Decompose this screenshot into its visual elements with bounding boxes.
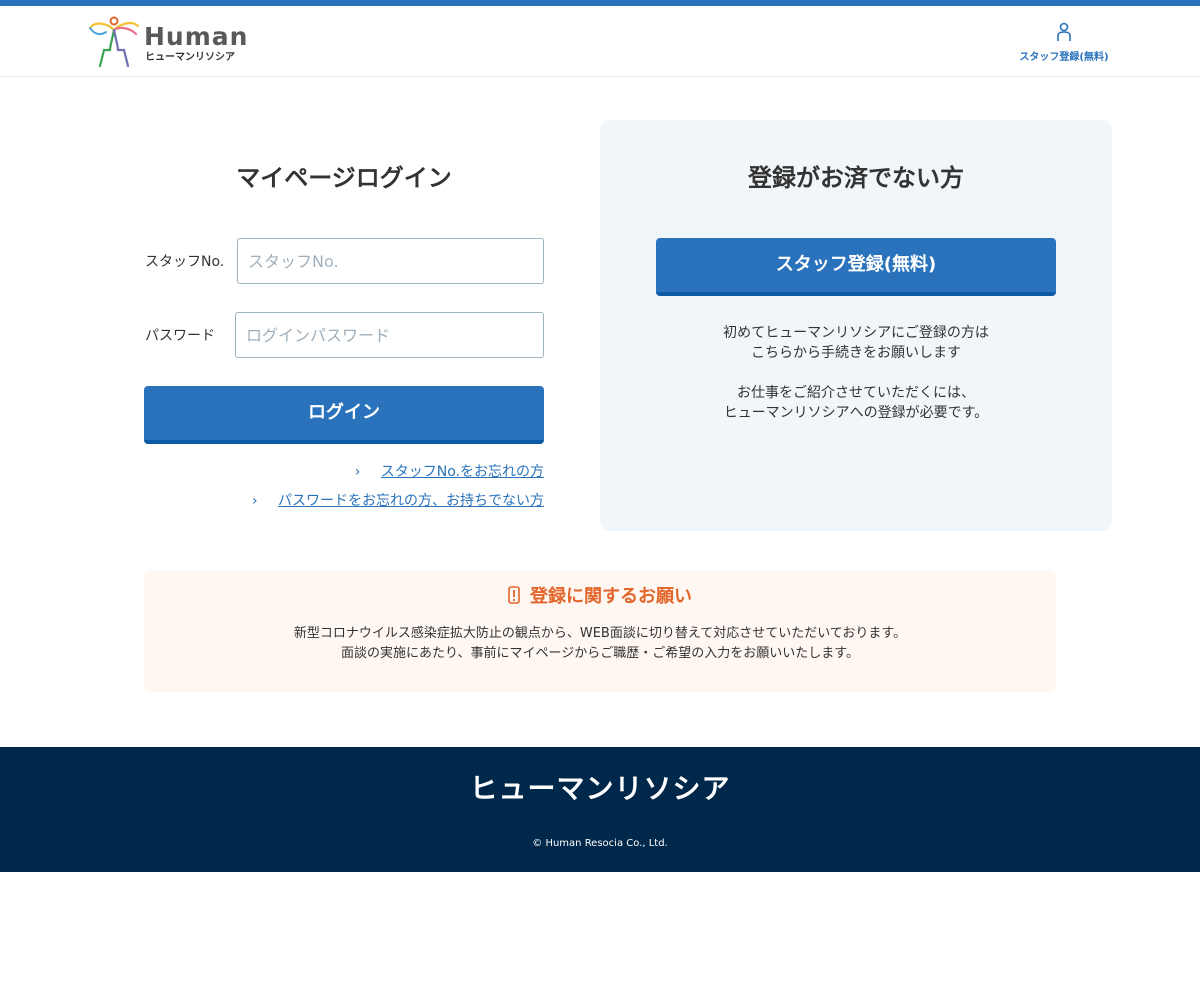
notice-title: 登録に関するお願い xyxy=(144,584,1056,610)
login-title: マイページログイン xyxy=(236,164,452,192)
logo-subtitle: ヒューマンリソシア xyxy=(145,52,235,63)
register-text-line: こちらから手続きをお願いします xyxy=(751,345,961,361)
password-label: パスワード xyxy=(145,328,215,344)
notice-text-line: 新型コロナウイルス感染症拡大防止の観点から、WEB面談に切り替えて対応させていた… xyxy=(293,626,907,641)
human-logo[interactable]: Human ヒューマンリソシア xyxy=(86,16,249,68)
staff-no-input[interactable] xyxy=(237,238,544,284)
forgot-staff-no-link[interactable]: › スタッフNo.をお忘れの方 xyxy=(355,462,544,482)
staff-register-button[interactable]: スタッフ登録(無料) xyxy=(656,238,1056,296)
site-footer: ヒューマンリソシア © Human Resocia Co., Ltd. xyxy=(0,747,1200,872)
header-staff-register-label: スタッフ登録(無料) xyxy=(1019,52,1109,63)
chevron-right-icon: › xyxy=(354,464,361,480)
login-button[interactable]: ログイン xyxy=(144,386,544,444)
logo-figure-icon xyxy=(88,16,140,68)
forgot-staff-no-text: スタッフNo.をお忘れの方 xyxy=(380,464,544,480)
registration-notice: 登録に関するお願い 新型コロナウイルス感染症拡大防止の観点から、WEB面談に切り… xyxy=(144,570,1056,692)
warning-icon xyxy=(508,586,520,604)
chevron-right-icon: › xyxy=(252,493,258,509)
register-text-line: ヒューマンリソシアへの登録が必要です。 xyxy=(723,405,989,421)
person-icon xyxy=(1057,22,1071,41)
footer-logo[interactable]: ヒューマンリソシア xyxy=(0,771,1200,807)
header-staff-register-link[interactable]: スタッフ登録(無料) xyxy=(1012,22,1116,66)
register-panel: 登録がお済でない方 スタッフ登録(無料) 初めてヒューマンリソシアにご登録の方は… xyxy=(600,120,1112,531)
register-title: 登録がお済でない方 xyxy=(748,164,964,192)
logo-wordmark: Human xyxy=(144,22,249,51)
forgot-password-link[interactable]: › パスワードをお忘れの方、お持ちでない方 xyxy=(252,491,544,511)
password-input[interactable] xyxy=(235,312,544,358)
register-text-line: 初めてヒューマンリソシアにご登録の方は xyxy=(723,325,989,341)
forgot-password-text: パスワードをお忘れの方、お持ちでない方 xyxy=(278,493,544,509)
register-text-line: お仕事をご紹介させていただくには、 xyxy=(737,385,975,401)
staff-no-label: スタッフNo. xyxy=(145,254,225,270)
notice-text-line: 面談の実施にあたり、事前にマイページからご職歴・ご希望の入力をお願いいたします。 xyxy=(341,646,859,661)
footer-copyright: © Human Resocia Co., Ltd. xyxy=(532,838,668,849)
site-header: Human ヒューマンリソシア スタッフ登録(無料) xyxy=(0,6,1200,77)
notice-title-text: 登録に関するお願い xyxy=(530,586,692,607)
